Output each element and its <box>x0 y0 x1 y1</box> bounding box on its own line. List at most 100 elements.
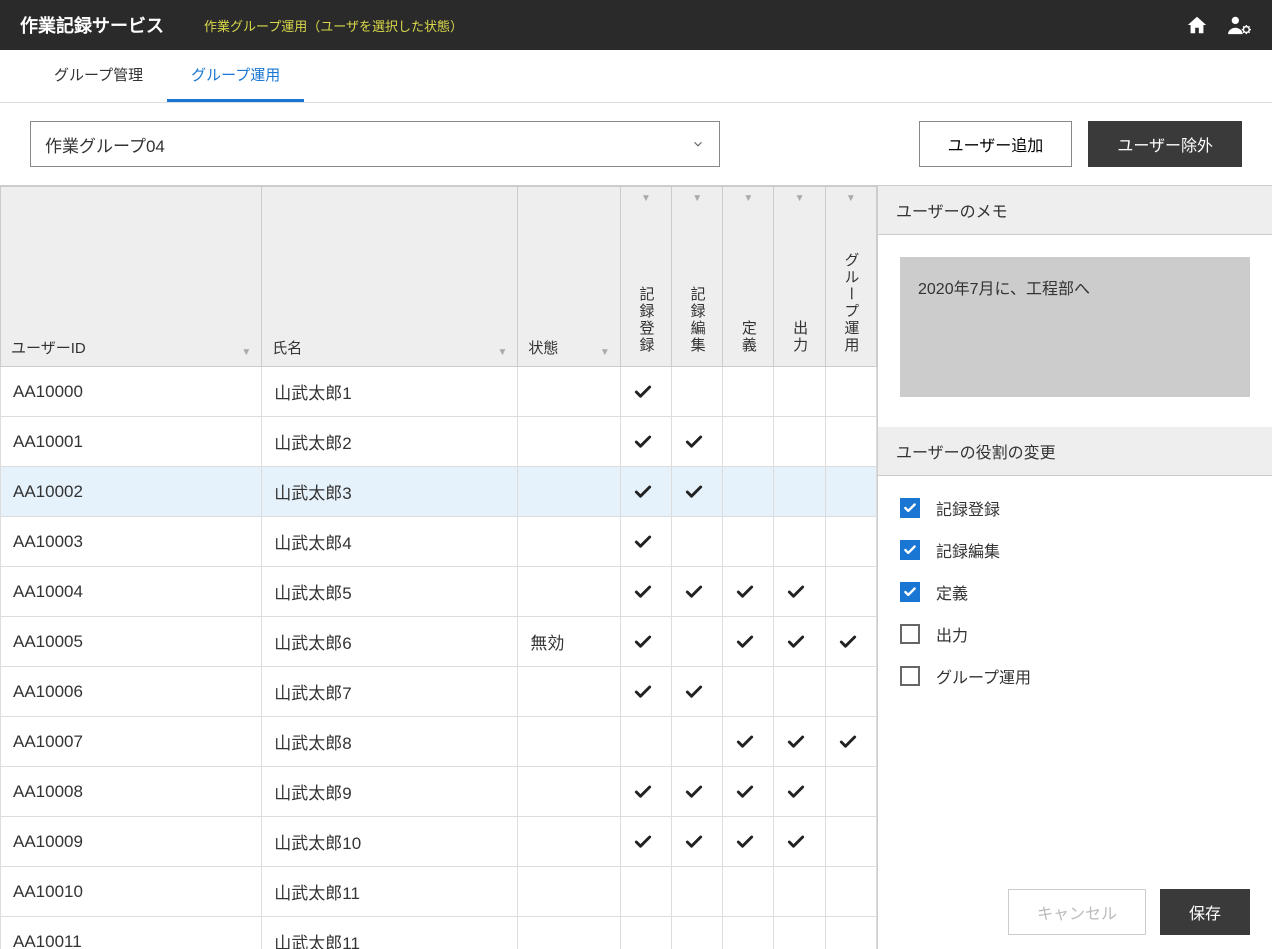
check-icon <box>786 632 812 652</box>
home-icon[interactable] <box>1186 14 1208 36</box>
check-icon <box>735 832 761 852</box>
cell-name: 山武太郎7 <box>262 667 518 717</box>
page-subtitle: 作業グループ運用（ユーザを選択した状態） <box>204 16 463 35</box>
save-button[interactable]: 保存 <box>1160 889 1250 935</box>
role-checkbox[interactable] <box>900 624 920 644</box>
user-memo-textarea[interactable]: 2020年7月に、工程部へ <box>900 257 1250 397</box>
table-row[interactable]: AA10003山武太郎4 <box>1 517 877 567</box>
table-row[interactable]: AA10011山武太郎11 <box>1 917 877 949</box>
role-label: 記録編集 <box>936 538 1000 562</box>
cell-name: 山武太郎9 <box>262 767 518 817</box>
check-icon <box>633 482 659 502</box>
role-label: グループ運用 <box>936 664 1031 688</box>
table-row[interactable]: AA10001山武太郎2 <box>1 417 877 467</box>
memo-panel-title: ユーザーのメモ <box>878 186 1272 235</box>
role-checkbox[interactable] <box>900 498 920 518</box>
cell-status <box>518 567 620 617</box>
check-icon <box>633 832 659 852</box>
cell-user-id: AA10002 <box>1 467 262 517</box>
cell-user-id: AA10011 <box>1 917 262 949</box>
check-icon <box>786 732 812 752</box>
sort-icon[interactable]: ▼ <box>692 193 702 204</box>
sort-icon[interactable]: ▼ <box>846 193 856 204</box>
sort-icon[interactable]: ▼ <box>743 193 753 204</box>
check-icon <box>735 632 761 652</box>
sort-icon[interactable]: ▼ <box>795 193 805 204</box>
table-row[interactable]: AA10009山武太郎10 <box>1 817 877 867</box>
cell-user-id: AA10000 <box>1 367 262 417</box>
check-icon <box>684 782 710 802</box>
check-icon <box>786 582 812 602</box>
check-icon <box>786 832 812 852</box>
role-row: 記録登録 <box>900 496 1250 520</box>
table-row[interactable]: AA10005山武太郎6無効 <box>1 617 877 667</box>
cancel-button[interactable]: キャンセル <box>1008 889 1146 935</box>
role-checkbox[interactable] <box>900 666 920 686</box>
cell-status <box>518 817 620 867</box>
cell-name: 山武太郎5 <box>262 567 518 617</box>
tab-group-manage[interactable]: グループ管理 <box>30 50 167 102</box>
col-rec-register[interactable]: ▼記録登録 <box>620 187 671 367</box>
remove-user-button[interactable]: ユーザー除外 <box>1088 121 1242 167</box>
add-user-button[interactable]: ユーザー追加 <box>919 121 1073 167</box>
cell-user-id: AA10004 <box>1 567 262 617</box>
col-definition[interactable]: ▼定義 <box>723 187 774 367</box>
check-icon <box>633 582 659 602</box>
top-bar: 作業記録サービス 作業グループ運用（ユーザを選択した状態） <box>0 0 1272 50</box>
cell-user-id: AA10008 <box>1 767 262 817</box>
check-icon <box>633 532 659 552</box>
col-user-id[interactable]: ユーザーID▼ <box>1 187 262 367</box>
cell-name: 山武太郎6 <box>262 617 518 667</box>
sort-icon[interactable]: ▼ <box>241 347 251 358</box>
check-icon <box>838 732 864 752</box>
table-row[interactable]: AA10000山武太郎1 <box>1 367 877 417</box>
col-rec-edit[interactable]: ▼記録編集 <box>672 187 723 367</box>
check-icon <box>684 832 710 852</box>
role-label: 定義 <box>936 580 968 604</box>
table-row[interactable]: AA10008山武太郎9 <box>1 767 877 817</box>
user-table-container: ユーザーID▼ 氏名▼ 状態▼ ▼記録登録 ▼記録編集 ▼定義 ▼出力 ▼グルー… <box>0 186 877 949</box>
sort-icon[interactable]: ▼ <box>600 347 610 358</box>
role-checkbox[interactable] <box>900 540 920 560</box>
check-icon <box>684 682 710 702</box>
check-icon <box>684 582 710 602</box>
check-icon <box>684 482 710 502</box>
chevron-down-icon <box>691 137 705 151</box>
table-row[interactable]: AA10010山武太郎11 <box>1 867 877 917</box>
cell-name: 山武太郎3 <box>262 467 518 517</box>
cell-status <box>518 467 620 517</box>
role-row: グループ運用 <box>900 664 1250 688</box>
col-status[interactable]: 状態▼ <box>518 187 620 367</box>
tab-group-operate[interactable]: グループ運用 <box>167 50 304 102</box>
user-settings-icon[interactable] <box>1226 14 1252 36</box>
cell-name: 山武太郎4 <box>262 517 518 567</box>
cell-name: 山武太郎11 <box>262 917 518 949</box>
col-output[interactable]: ▼出力 <box>774 187 825 367</box>
check-icon <box>633 632 659 652</box>
cell-user-id: AA10003 <box>1 517 262 567</box>
role-label: 記録登録 <box>936 496 1000 520</box>
check-icon <box>684 432 710 452</box>
col-group-op[interactable]: ▼グループ運用 <box>825 187 876 367</box>
table-row[interactable]: AA10007山武太郎8 <box>1 717 877 767</box>
cell-status <box>518 517 620 567</box>
cell-name: 山武太郎8 <box>262 717 518 767</box>
cell-name: 山武太郎10 <box>262 817 518 867</box>
table-row[interactable]: AA10006山武太郎7 <box>1 667 877 717</box>
table-row[interactable]: AA10002山武太郎3 <box>1 467 877 517</box>
cell-status: 無効 <box>518 617 620 667</box>
sort-icon[interactable]: ▼ <box>497 347 507 358</box>
col-name[interactable]: 氏名▼ <box>262 187 518 367</box>
roles-panel-title: ユーザーの役割の変更 <box>878 427 1272 476</box>
cell-user-id: AA10007 <box>1 717 262 767</box>
cell-status <box>518 867 620 917</box>
role-checkbox[interactable] <box>900 582 920 602</box>
cell-status <box>518 367 620 417</box>
role-row: 定義 <box>900 580 1250 604</box>
user-table: ユーザーID▼ 氏名▼ 状態▼ ▼記録登録 ▼記録編集 ▼定義 ▼出力 ▼グルー… <box>0 186 877 949</box>
table-row[interactable]: AA10004山武太郎5 <box>1 567 877 617</box>
sort-icon[interactable]: ▼ <box>641 193 651 204</box>
check-icon <box>838 632 864 652</box>
cell-status <box>518 667 620 717</box>
group-select[interactable]: 作業グループ04 <box>30 121 720 167</box>
